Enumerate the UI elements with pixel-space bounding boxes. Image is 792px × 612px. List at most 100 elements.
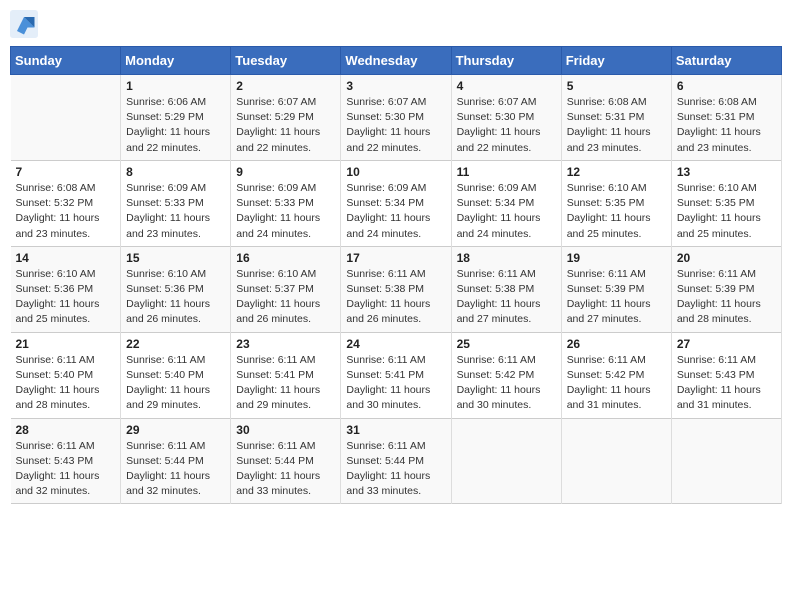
day-info: Sunrise: 6:08 AM Sunset: 5:31 PM Dayligh… (677, 95, 776, 156)
day-info: Sunrise: 6:08 AM Sunset: 5:32 PM Dayligh… (16, 181, 116, 242)
calendar-cell (561, 418, 671, 504)
calendar-cell: 22 Sunrise: 6:11 AM Sunset: 5:40 PM Dayli… (121, 332, 231, 418)
day-info: Sunrise: 6:11 AM Sunset: 5:43 PM Dayligh… (16, 439, 116, 500)
calendar-cell: 16Sunrise: 6:10 AM Sunset: 5:37 PM Dayli… (231, 246, 341, 332)
day-number: 15 (126, 251, 225, 265)
day-number: 21 (16, 337, 116, 351)
calendar-cell (671, 418, 781, 504)
day-info: Sunrise: 6:11 AM Sunset: 5:42 PM Dayligh… (457, 353, 556, 414)
day-number: 6 (677, 79, 776, 93)
day-number: 24 (346, 337, 445, 351)
calendar-cell: 1 Sunrise: 6:06 AM Sunset: 5:29 PM Daylig… (121, 75, 231, 161)
day-info: Sunrise: 6:11 AM Sunset: 5:42 PM Dayligh… (567, 353, 666, 414)
calendar-cell: 6 Sunrise: 6:08 AM Sunset: 5:31 PM Daylig… (671, 75, 781, 161)
day-header-sunday: Sunday (11, 47, 121, 75)
day-info: Sunrise: 6:11 AM Sunset: 5:38 PM Dayligh… (457, 267, 556, 328)
day-number: 13 (677, 165, 776, 179)
day-header-friday: Friday (561, 47, 671, 75)
calendar-cell: 14 Sunrise: 6:10 AM Sunset: 5:36 PM Dayli… (11, 246, 121, 332)
day-number: 29 (126, 423, 225, 437)
logo (10, 10, 42, 38)
calendar-cell (451, 418, 561, 504)
day-info: Sunrise: 6:07 AM Sunset: 5:29 PM Dayligh… (236, 95, 335, 156)
day-number: 23 (236, 337, 335, 351)
day-number: 31 (346, 423, 445, 437)
day-info: Sunrise: 6:09 AM Sunset: 5:33 PM Dayligh… (126, 181, 225, 242)
calendar-cell: 5 Sunrise: 6:08 AM Sunset: 5:31 PM Daylig… (561, 75, 671, 161)
day-number: 27 (677, 337, 776, 351)
calendar-cell: 27 Sunrise: 6:11 AM Sunset: 5:43 PM Dayli… (671, 332, 781, 418)
calendar-cell: 13 Sunrise: 6:10 AM Sunset: 5:35 PM Dayli… (671, 160, 781, 246)
day-info: Sunrise: 6:11 AM Sunset: 5:38 PM Dayligh… (346, 267, 445, 328)
day-number: 20 (677, 251, 776, 265)
week-row-2: 7 Sunrise: 6:08 AM Sunset: 5:32 PM Daylig… (11, 160, 782, 246)
calendar-cell: 25 Sunrise: 6:11 AM Sunset: 5:42 PM Dayli… (451, 332, 561, 418)
day-number: 11 (457, 165, 556, 179)
calendar-cell: 31 Sunrise: 6:11 AM Sunset: 5:44 PM Dayli… (341, 418, 451, 504)
day-info: Sunrise: 6:06 AM Sunset: 5:29 PM Dayligh… (126, 95, 225, 156)
day-header-wednesday: Wednesday (341, 47, 451, 75)
week-row-5: 28 Sunrise: 6:11 AM Sunset: 5:43 PM Dayli… (11, 418, 782, 504)
day-info: Sunrise: 6:11 AM Sunset: 5:41 PM Dayligh… (346, 353, 445, 414)
day-info: Sunrise: 6:10 AM Sunset: 5:35 PM Dayligh… (567, 181, 666, 242)
day-info: Sunrise: 6:11 AM Sunset: 5:39 PM Dayligh… (677, 267, 776, 328)
day-number: 22 (126, 337, 225, 351)
calendar-cell: 23 Sunrise: 6:11 AM Sunset: 5:41 PM Dayli… (231, 332, 341, 418)
day-header-saturday: Saturday (671, 47, 781, 75)
day-info: Sunrise: 6:10 AM Sunset: 5:36 PM Dayligh… (126, 267, 225, 328)
calendar-cell: 21 Sunrise: 6:11 AM Sunset: 5:40 PM Dayli… (11, 332, 121, 418)
day-info: Sunrise: 6:10 AM Sunset: 5:36 PM Dayligh… (16, 267, 116, 328)
calendar-cell: 28 Sunrise: 6:11 AM Sunset: 5:43 PM Dayli… (11, 418, 121, 504)
day-number: 14 (16, 251, 116, 265)
day-number: 28 (16, 423, 116, 437)
day-number: 3 (346, 79, 445, 93)
calendar-cell: 17Sunrise: 6:11 AM Sunset: 5:38 PM Dayli… (341, 246, 451, 332)
day-info: Sunrise: 6:11 AM Sunset: 5:44 PM Dayligh… (346, 439, 445, 500)
day-info: Sunrise: 6:11 AM Sunset: 5:40 PM Dayligh… (126, 353, 225, 414)
day-number: 5 (567, 79, 666, 93)
day-info: Sunrise: 6:11 AM Sunset: 5:39 PM Dayligh… (567, 267, 666, 328)
day-info: Sunrise: 6:08 AM Sunset: 5:31 PM Dayligh… (567, 95, 666, 156)
day-number: 30 (236, 423, 335, 437)
day-info: Sunrise: 6:11 AM Sunset: 5:44 PM Dayligh… (126, 439, 225, 500)
calendar-cell: 4 Sunrise: 6:07 AM Sunset: 5:30 PM Daylig… (451, 75, 561, 161)
day-number: 1 (126, 79, 225, 93)
calendar-cell: 29 Sunrise: 6:11 AM Sunset: 5:44 PM Dayli… (121, 418, 231, 504)
day-info: Sunrise: 6:11 AM Sunset: 5:43 PM Dayligh… (677, 353, 776, 414)
day-number: 7 (16, 165, 116, 179)
calendar-cell: 10 Sunrise: 6:09 AM Sunset: 5:34 PM Dayli… (341, 160, 451, 246)
week-row-3: 14 Sunrise: 6:10 AM Sunset: 5:36 PM Dayli… (11, 246, 782, 332)
calendar-cell: 30 Sunrise: 6:11 AM Sunset: 5:44 PM Dayli… (231, 418, 341, 504)
page-header (10, 10, 782, 38)
day-info: Sunrise: 6:07 AM Sunset: 5:30 PM Dayligh… (346, 95, 445, 156)
calendar-table: SundayMondayTuesdayWednesdayThursdayFrid… (10, 46, 782, 504)
calendar-cell: 12 Sunrise: 6:10 AM Sunset: 5:35 PM Dayli… (561, 160, 671, 246)
day-info: Sunrise: 6:11 AM Sunset: 5:41 PM Dayligh… (236, 353, 335, 414)
day-header-monday: Monday (121, 47, 231, 75)
day-number: 25 (457, 337, 556, 351)
calendar-cell: 2 Sunrise: 6:07 AM Sunset: 5:29 PM Daylig… (231, 75, 341, 161)
day-number: 9 (236, 165, 335, 179)
day-info: Sunrise: 6:09 AM Sunset: 5:34 PM Dayligh… (457, 181, 556, 242)
calendar-cell: 7 Sunrise: 6:08 AM Sunset: 5:32 PM Daylig… (11, 160, 121, 246)
day-info: Sunrise: 6:11 AM Sunset: 5:40 PM Dayligh… (16, 353, 116, 414)
day-info: Sunrise: 6:10 AM Sunset: 5:35 PM Dayligh… (677, 181, 776, 242)
day-number: 2 (236, 79, 335, 93)
day-header-tuesday: Tuesday (231, 47, 341, 75)
week-row-4: 21 Sunrise: 6:11 AM Sunset: 5:40 PM Dayli… (11, 332, 782, 418)
calendar-cell: 11 Sunrise: 6:09 AM Sunset: 5:34 PM Dayli… (451, 160, 561, 246)
day-header-thursday: Thursday (451, 47, 561, 75)
calendar-cell: 15 Sunrise: 6:10 AM Sunset: 5:36 PM Dayli… (121, 246, 231, 332)
day-number: 19 (567, 251, 666, 265)
day-number: 4 (457, 79, 556, 93)
calendar-cell: 18Sunrise: 6:11 AM Sunset: 5:38 PM Dayli… (451, 246, 561, 332)
calendar-cell: 3 Sunrise: 6:07 AM Sunset: 5:30 PM Daylig… (341, 75, 451, 161)
logo-icon (10, 10, 38, 38)
day-number: 8 (126, 165, 225, 179)
day-info: Sunrise: 6:07 AM Sunset: 5:30 PM Dayligh… (457, 95, 556, 156)
day-info: Sunrise: 6:11 AM Sunset: 5:44 PM Dayligh… (236, 439, 335, 500)
day-info: Sunrise: 6:09 AM Sunset: 5:34 PM Dayligh… (346, 181, 445, 242)
calendar-cell: 9Sunrise: 6:09 AM Sunset: 5:33 PM Daylig… (231, 160, 341, 246)
day-number: 12 (567, 165, 666, 179)
day-number: 10 (346, 165, 445, 179)
